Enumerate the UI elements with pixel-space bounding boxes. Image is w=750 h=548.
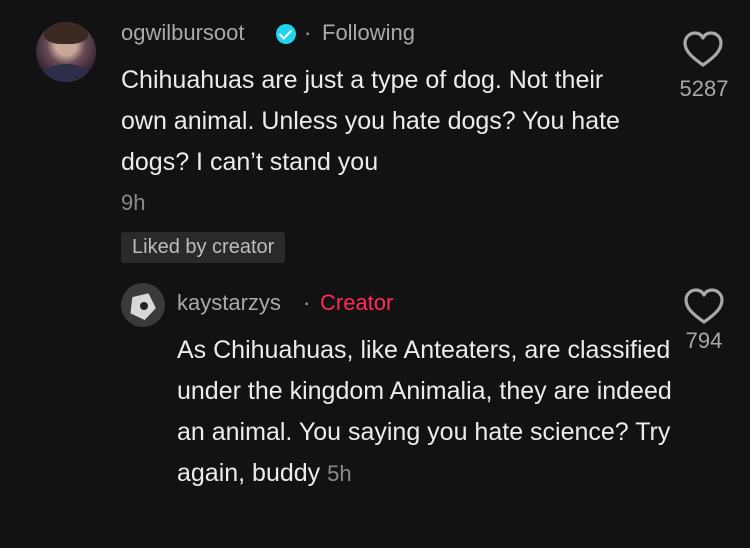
avatar-shirt [40, 64, 92, 82]
heart-icon[interactable] [683, 287, 725, 325]
commenter-username[interactable]: ogwilbursoot [121, 20, 245, 46]
creator-label: Creator [320, 290, 394, 315]
reply-like-count: 794 [685, 328, 723, 353]
reply-time: 5h [327, 461, 352, 486]
heart-icon[interactable] [682, 30, 724, 68]
avatar-hair [44, 22, 88, 44]
commenter-avatar[interactable] [36, 22, 96, 82]
verified-badge-icon [276, 24, 296, 44]
comment-like-count: 5287 [679, 76, 729, 101]
avatar-graphic-dot [140, 302, 148, 310]
separator-dot: · [304, 20, 312, 45]
following-label: Following [322, 20, 415, 45]
reply-text: As Chihuahuas, like Anteaters, are class… [177, 330, 677, 494]
reply-username[interactable]: kaystarzys [177, 290, 281, 316]
comment-text: Chihuahuas are just a type of dog. Not t… [121, 66, 620, 176]
separator-dot: · [303, 290, 311, 315]
reply-text-body: As Chihuahuas, like Anteaters, are class… [177, 336, 672, 487]
reply-avatar[interactable] [121, 283, 165, 327]
comment-time: 9h [121, 190, 146, 215]
liked-by-creator-badge: Liked by creator [121, 232, 286, 263]
